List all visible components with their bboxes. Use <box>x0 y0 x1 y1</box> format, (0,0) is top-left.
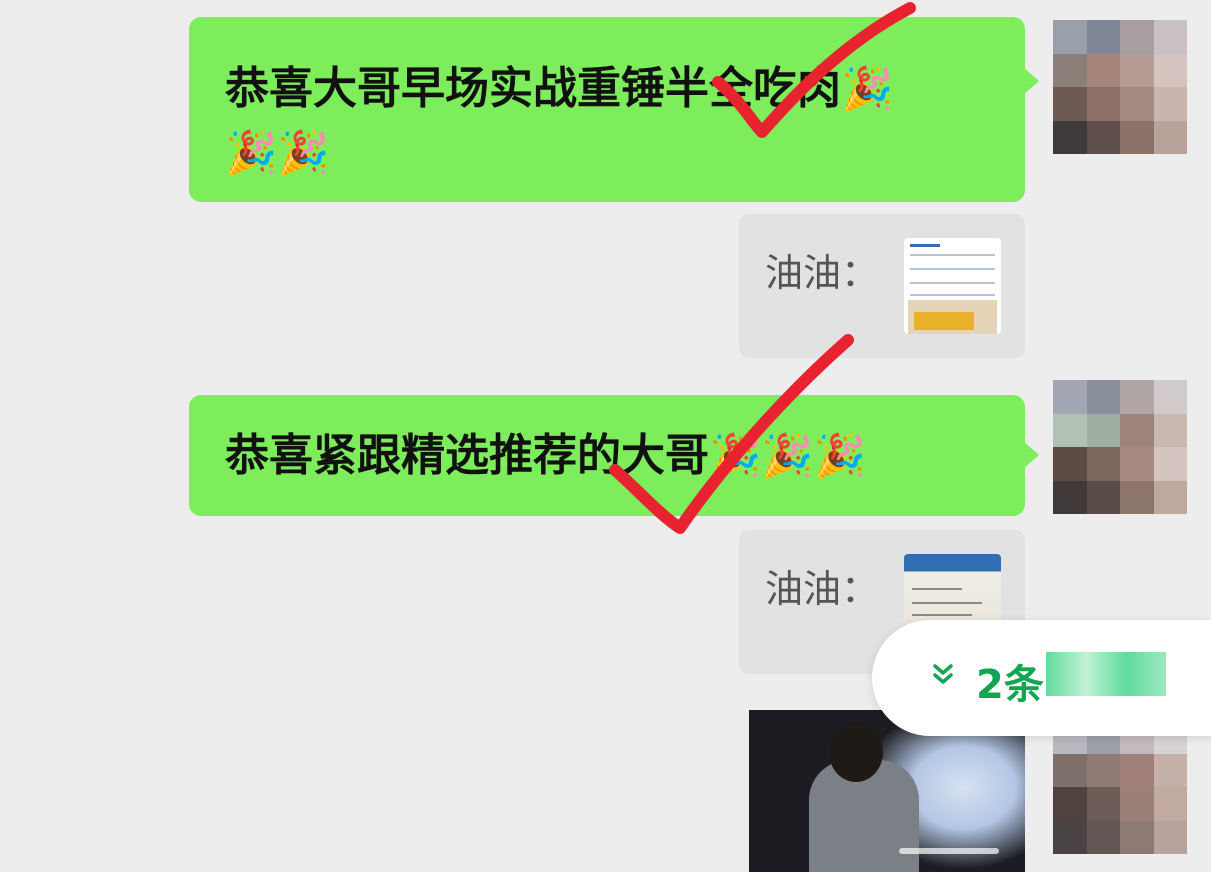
video-progress <box>899 848 999 854</box>
message-bubble-2[interactable]: 恭喜紧跟精选推荐的大哥🎉🎉🎉 <box>189 395 1039 516</box>
party-popper-icon: 🎉 <box>813 431 866 480</box>
party-popper-icon: 🎉 <box>709 431 762 480</box>
party-popper-icon: 🎉 <box>277 128 330 177</box>
message-bubble-1[interactable]: 恭喜大哥早场实战重锤半全吃肉🎉 🎉🎉 <box>189 17 1039 202</box>
quote-sender: 油油： <box>765 251 880 295</box>
message-text-1: 恭喜大哥早场实战重锤半全吃肉 <box>225 63 841 114</box>
quote-sender: 油油： <box>765 567 880 611</box>
new-messages-button[interactable]: 2条 <box>872 620 1211 736</box>
new-messages-count: 2条 <box>976 662 1044 708</box>
avatar[interactable] <box>1053 380 1187 514</box>
avatar[interactable] <box>1053 20 1187 154</box>
chevron-double-down-icon <box>930 660 956 695</box>
avatar[interactable] <box>1053 720 1187 854</box>
party-popper-icon: 🎉 <box>841 64 894 113</box>
party-popper-icon: 🎉 <box>761 431 814 480</box>
party-popper-icon: 🎉 <box>225 128 278 177</box>
blurred-text <box>1046 652 1166 696</box>
quoted-image-thumbnail[interactable] <box>904 238 1001 334</box>
message-text-2: 恭喜紧跟精选推荐的大哥 <box>225 430 709 481</box>
quoted-message-1[interactable]: 油油： <box>739 214 1025 358</box>
